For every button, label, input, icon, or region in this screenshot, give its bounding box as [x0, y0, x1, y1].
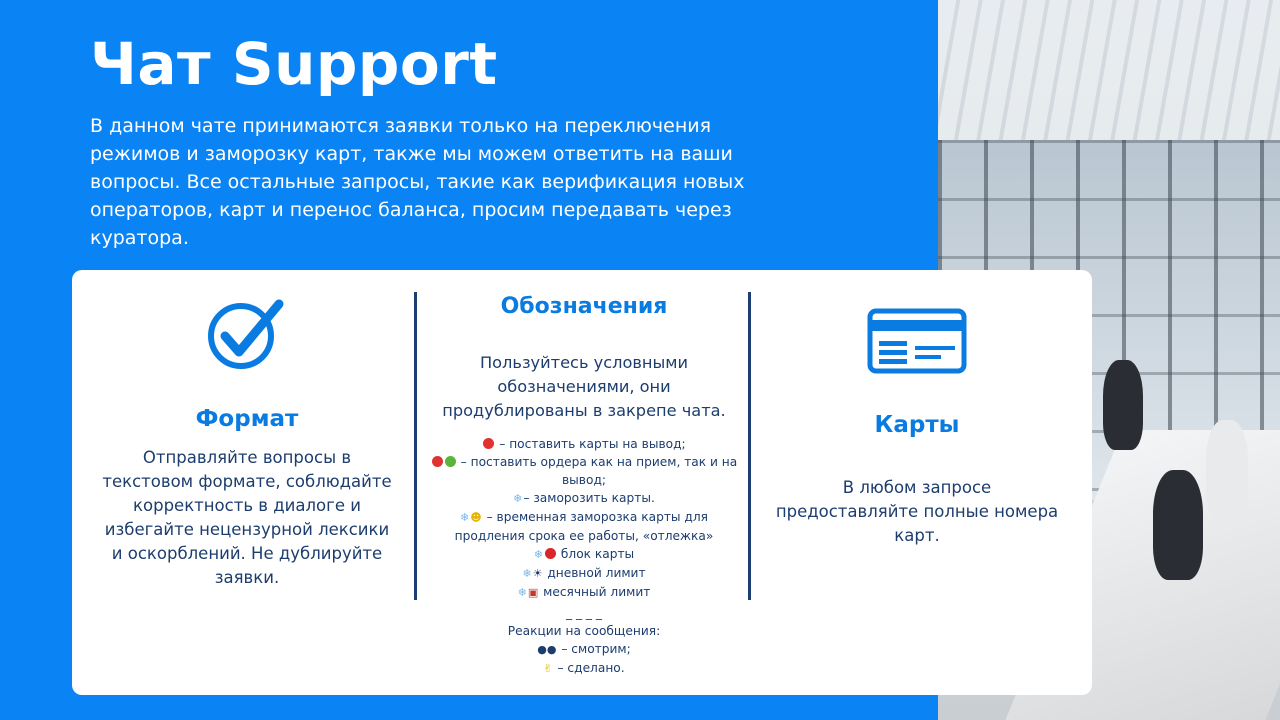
legend-item: ❄☀ дневной лимит	[522, 566, 646, 580]
column-divider	[748, 292, 751, 600]
office-person	[1206, 420, 1248, 520]
red-circle-icon	[483, 438, 495, 449]
info-card: Формат Отправляйте вопросы в текстовом ф…	[72, 270, 1092, 695]
ok-hand-icon: ✌	[543, 662, 553, 675]
column-divider	[414, 292, 417, 600]
sun-icon: ☀	[532, 567, 543, 580]
legend-item: ❄▣ месячный лимит	[517, 585, 651, 599]
snowflake-icon: ❄	[533, 548, 544, 561]
legend-list: – поставить карты на вывод; – поставить …	[430, 435, 738, 678]
credit-card-icon	[757, 308, 1077, 374]
snowflake-icon: ❄	[522, 567, 532, 580]
format-heading: Формат	[195, 406, 299, 432]
calendar-icon: ▣	[527, 586, 539, 599]
reactions-title: Реакции на сообщения:	[507, 624, 661, 638]
legend-intro: Пользуйтесь условными обозначениями, они…	[442, 353, 726, 420]
snowflake-icon: ❄	[517, 586, 527, 599]
legend-item: – поставить карты на вывод;	[430, 435, 738, 453]
legend-section: Обозначения Пользуйтесь условными обозна…	[430, 270, 738, 678]
red-circle-icon	[431, 456, 443, 467]
legend-item: – поставить ордера как на прием, так и н…	[430, 453, 738, 489]
format-section: Формат Отправляйте вопросы в текстовом ф…	[92, 270, 402, 590]
office-person	[1103, 360, 1143, 450]
office-ceiling	[938, 0, 1280, 150]
page-intro: В данном чате принимаются заявки только …	[90, 115, 745, 249]
check-circle-icon	[92, 298, 402, 369]
reaction-item: ●● – смотрим;	[537, 642, 631, 656]
format-text: Отправляйте вопросы в текстовом формате,…	[102, 448, 392, 587]
cards-text: В любом запросе предоставляйте полные но…	[775, 478, 1059, 545]
snowflake-icon: ❄	[460, 511, 470, 524]
eyes-icon: ●●	[537, 643, 557, 656]
cards-section: Карты В любом запросе предоставляйте пол…	[757, 270, 1077, 548]
legend-item: ❄ блок карты	[533, 547, 635, 561]
green-circle-icon	[444, 456, 456, 467]
legend-item: ❄☻ – временная заморозка карты для продл…	[454, 510, 714, 543]
page-title: Чат Support	[90, 30, 498, 98]
legend-item: ❄– заморозить карты.	[513, 491, 655, 505]
snowflake-icon: ❄	[513, 492, 523, 505]
legend-separator: _ _ _ _	[566, 606, 602, 620]
no-entry-icon	[545, 548, 557, 559]
cards-heading: Карты	[874, 412, 960, 438]
sleeping-face-icon: ☻	[470, 511, 482, 524]
office-person	[1153, 470, 1203, 580]
reaction-item: ✌ – сделано.	[543, 661, 625, 675]
legend-heading: Обозначения	[500, 294, 668, 319]
